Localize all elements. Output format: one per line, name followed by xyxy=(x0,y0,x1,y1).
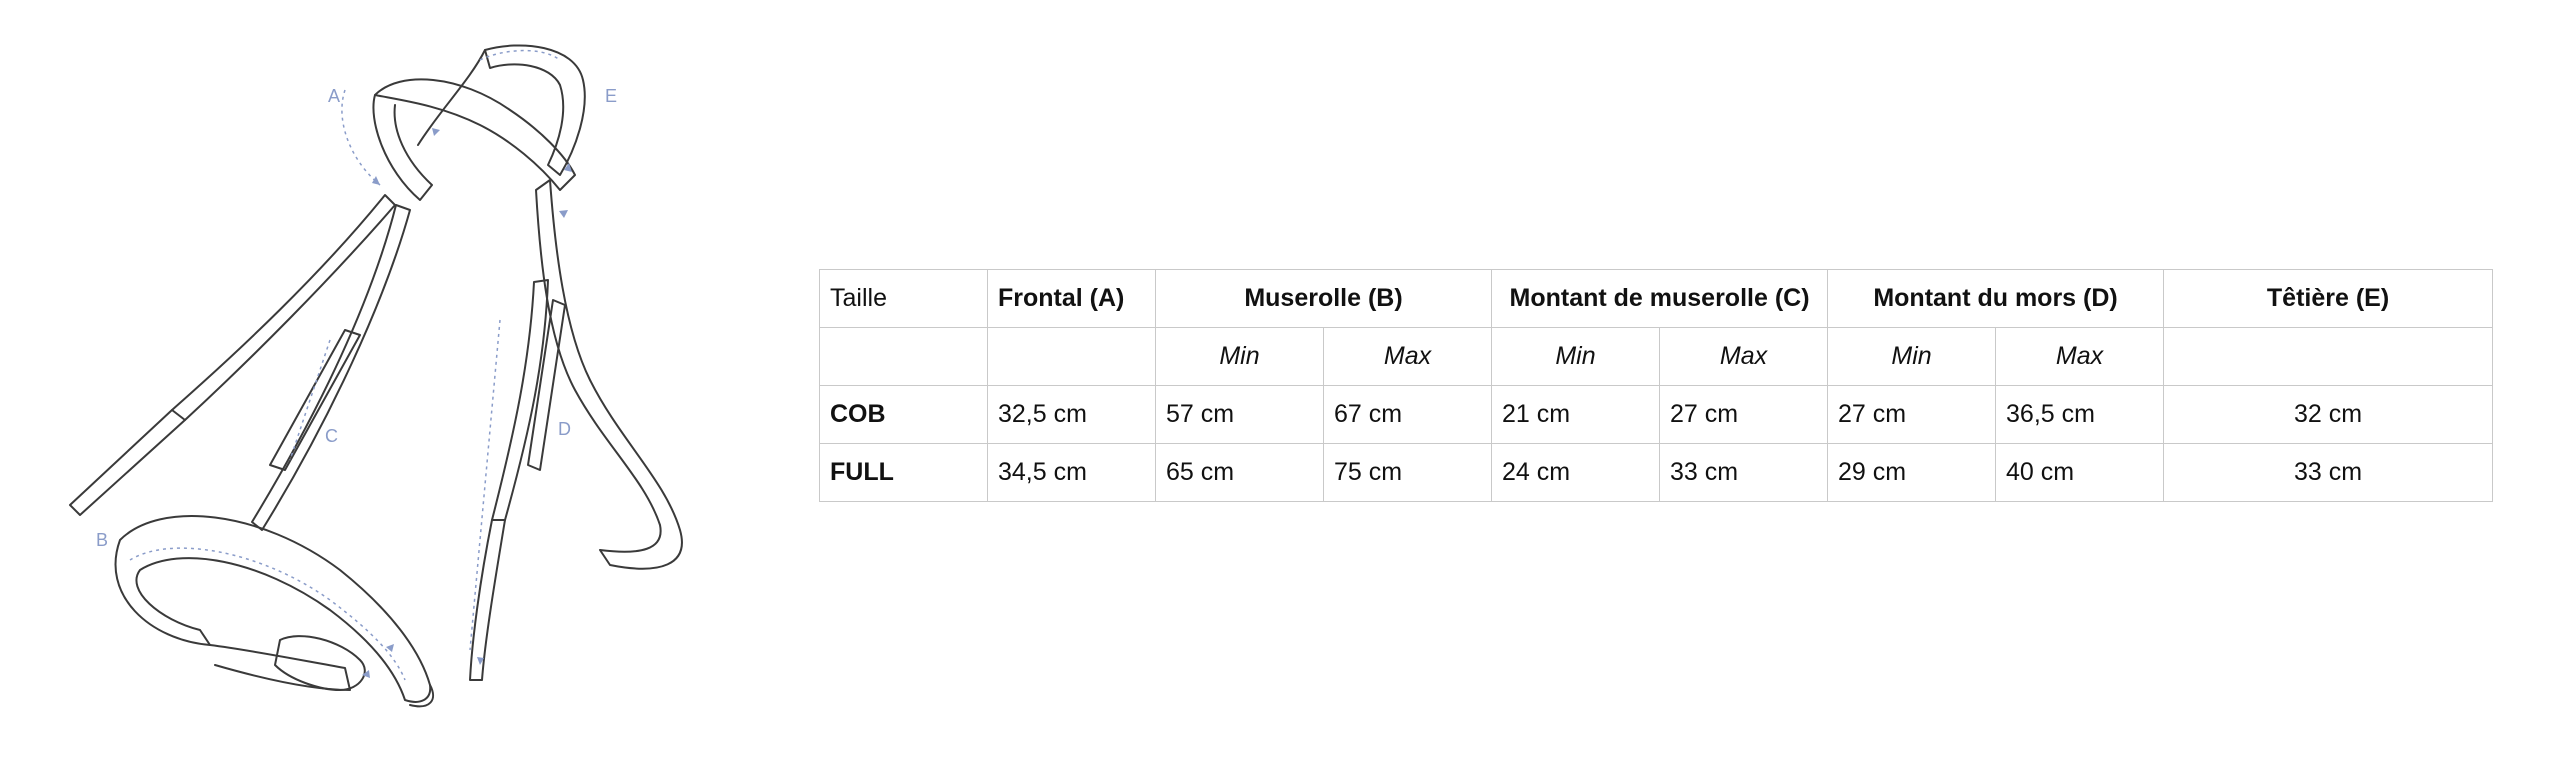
subheader-muserolle-min: Min xyxy=(1155,327,1324,386)
subheader-empty-taille xyxy=(819,327,988,386)
row-montant-muserolle-min: 24 cm xyxy=(1491,443,1661,502)
row-montant-muserolle-max: 33 cm xyxy=(1659,443,1829,502)
row-muserolle-max: 75 cm xyxy=(1322,443,1493,502)
row-montant-muserolle-min: 21 cm xyxy=(1491,385,1661,444)
row-taille: FULL xyxy=(819,443,988,502)
row-montant-mors-max: 36,5 cm xyxy=(1995,385,2165,444)
size-table: Taille Frontal (A) Muserolle (B) Montant… xyxy=(819,269,2494,502)
header-taille: Taille xyxy=(819,269,988,328)
row-montant-mors-min: 27 cm xyxy=(1827,385,1997,444)
subheader-montant-muserolle-min: Min xyxy=(1491,327,1661,386)
bridle-diagram: A E C D B xyxy=(69,44,683,708)
subheader-row: Min Max Min Max Min Max xyxy=(819,327,2494,386)
row-frontal: 34,5 cm xyxy=(987,443,1156,502)
header-montant-muserolle: Montant de muserolle (C) xyxy=(1491,269,1829,328)
header-muserolle: Muserolle (B) xyxy=(1154,269,1493,328)
subheader-muserolle-max: Max xyxy=(1322,327,1493,386)
header-frontal: Frontal (A) xyxy=(987,269,1156,328)
header-row: Taille Frontal (A) Muserolle (B) Montant… xyxy=(819,269,2494,328)
row-tetiere: 32 cm xyxy=(2163,385,2494,444)
row-tetiere: 33 cm xyxy=(2163,443,2494,502)
label-b: B xyxy=(96,530,108,550)
row-montant-muserolle-max: 27 cm xyxy=(1659,385,1829,444)
header-montant-mors: Montant du mors (D) xyxy=(1827,269,2165,328)
label-e: E xyxy=(605,86,617,106)
row-frontal: 32,5 cm xyxy=(987,385,1156,444)
table-row: FULL 34,5 cm 65 cm 75 cm 24 cm 33 cm 29 … xyxy=(819,443,2494,502)
subheader-montant-mors-min: Min xyxy=(1827,327,1997,386)
table-row: COB 32,5 cm 57 cm 67 cm 21 cm 27 cm 27 c… xyxy=(819,385,2494,444)
row-muserolle-min: 57 cm xyxy=(1155,385,1324,444)
header-tetiere: Têtière (E) xyxy=(2163,269,2494,328)
subheader-montant-muserolle-max: Max xyxy=(1659,327,1829,386)
label-c: C xyxy=(325,426,338,446)
subheader-empty-frontal xyxy=(987,327,1156,386)
row-taille: COB xyxy=(819,385,988,444)
row-muserolle-max: 67 cm xyxy=(1322,385,1493,444)
label-d: D xyxy=(558,419,571,439)
subheader-montant-mors-max: Max xyxy=(1995,327,2165,386)
subheader-empty-tetiere xyxy=(2163,327,2494,386)
row-montant-mors-min: 29 cm xyxy=(1827,443,1997,502)
row-muserolle-min: 65 cm xyxy=(1155,443,1324,502)
row-montant-mors-max: 40 cm xyxy=(1995,443,2165,502)
label-a: A xyxy=(328,86,340,106)
